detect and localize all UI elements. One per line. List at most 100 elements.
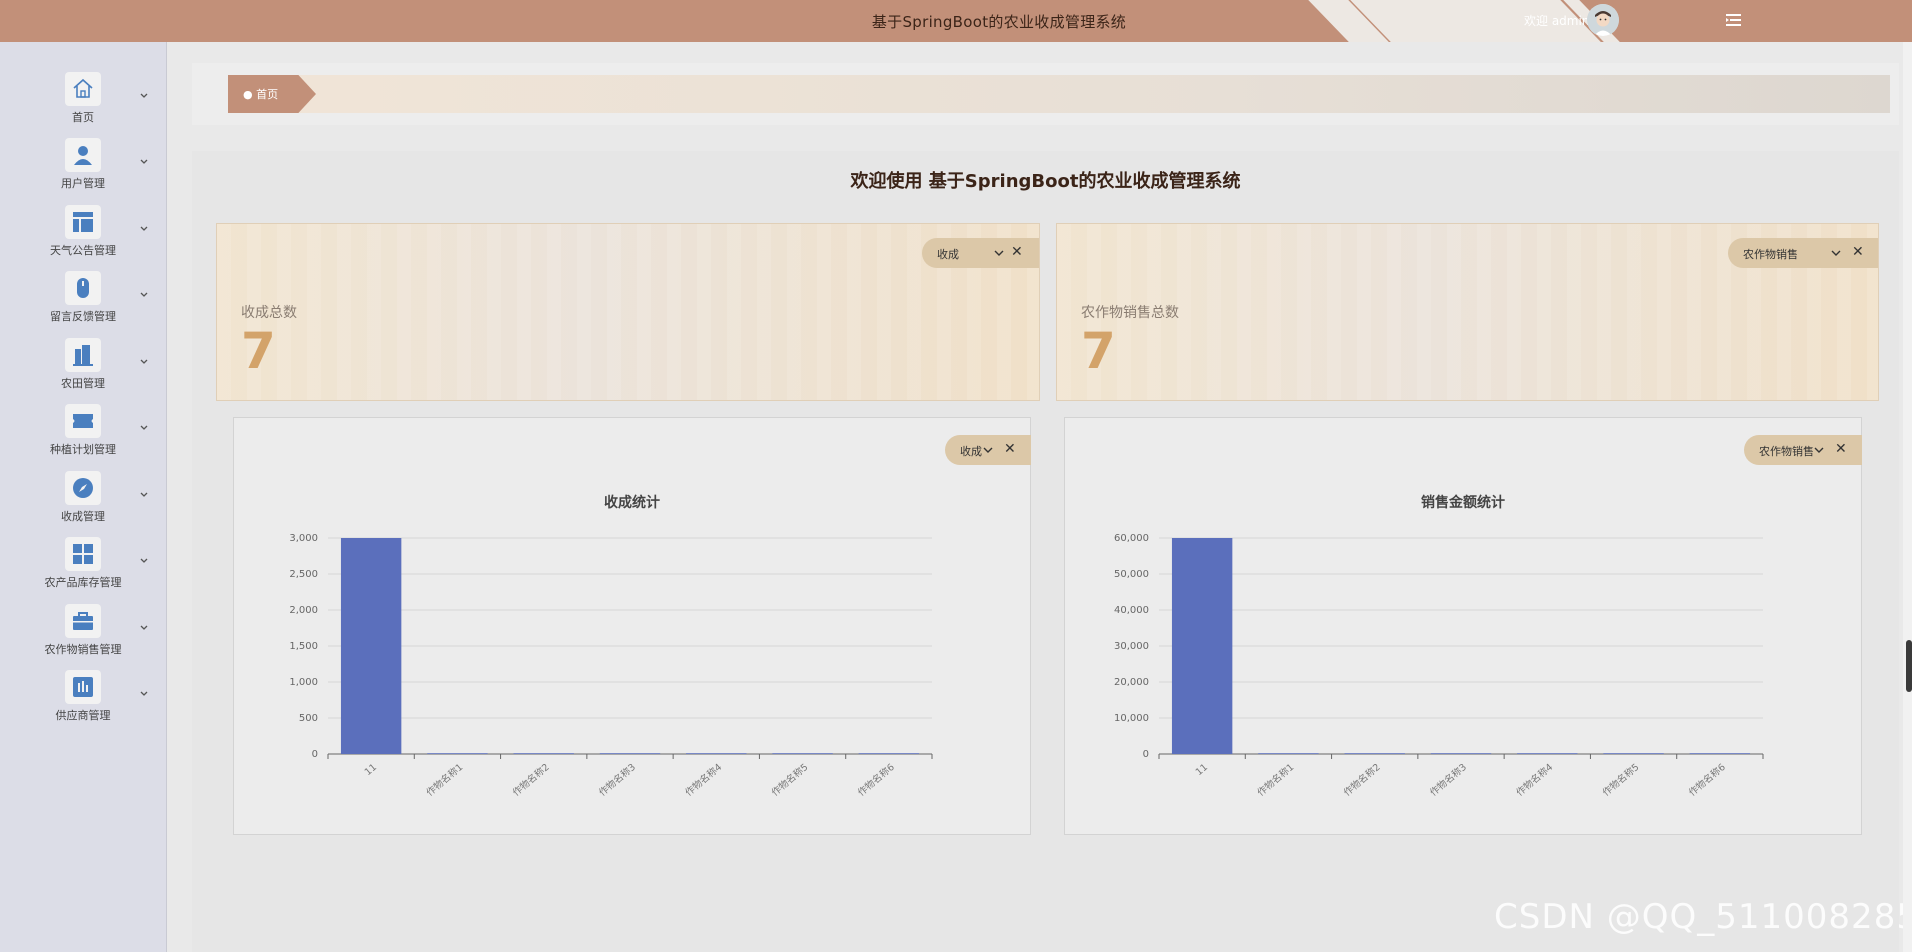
bar[interactable] [1689, 753, 1751, 754]
sidebar-item-label: 收成管理 [61, 510, 105, 523]
sidebar-item-feedback[interactable]: 留言反馈管理 [0, 265, 167, 327]
pill-label: 收成 [937, 248, 959, 261]
stat-filter-pill: 收成 ✕ [922, 238, 1039, 268]
scrollbar-thumb[interactable] [1906, 640, 1912, 692]
avatar[interactable] [1587, 4, 1619, 36]
bar[interactable] [1517, 753, 1578, 754]
sales-amount-bar-chart: 0 10,000 20,000 30,000 40,000 50,000 60,000 11 作… [1114, 533, 1764, 799]
bar[interactable] [1258, 753, 1319, 754]
bar[interactable] [1430, 753, 1492, 754]
pill-label: 农作物销售 [1759, 445, 1814, 458]
chevron-down-icon[interactable] [139, 152, 149, 164]
x-tick-label: 11 [363, 762, 379, 778]
bar[interactable] [686, 753, 747, 754]
y-tick-label: 1,500 [289, 641, 318, 652]
sidebar-item-farmland[interactable]: 农田管理 [0, 332, 167, 394]
bar[interactable] [772, 753, 833, 754]
close-icon[interactable]: ✕ [1004, 441, 1016, 457]
chevron-down-icon[interactable] [139, 86, 149, 98]
stat-value: 7 [241, 322, 276, 380]
page-title: 欢迎使用 基于SpringBoot的农业收成管理系统 [850, 171, 1241, 192]
mouse-icon [65, 271, 101, 305]
bar[interactable] [1344, 753, 1405, 754]
y-tick-label: 40,000 [1114, 605, 1149, 616]
sidebar-item-label: 农产品库存管理 [44, 576, 122, 589]
chart-filter-pill: 农作物销售 ✕ [1744, 435, 1862, 465]
ticket-icon [65, 404, 101, 438]
chevron-down-icon[interactable] [139, 219, 149, 231]
y-tick-label: 3,000 [289, 533, 318, 544]
chevron-down-icon[interactable] [139, 418, 149, 430]
stat-filter-pill: 农作物销售 ✕ [1728, 238, 1878, 268]
breadcrumb-home-link[interactable]: ● 首页 [228, 75, 316, 113]
sidebar-item-inventory[interactable]: 农产品库存管理 [0, 531, 167, 593]
chevron-down-icon[interactable] [982, 444, 994, 456]
user-icon [65, 138, 101, 172]
breadcrumb [228, 75, 1890, 113]
sidebar-item-harvest[interactable]: 收成管理 [0, 465, 167, 527]
chart-title: 收成统计 [604, 495, 660, 511]
chevron-down-icon[interactable] [139, 551, 149, 563]
sidebar-item-label: 种植计划管理 [50, 443, 116, 456]
home-icon [65, 72, 101, 106]
chart-filter-pill: 收成 ✕ [945, 435, 1031, 465]
layout-icon [65, 205, 101, 239]
bar[interactable] [340, 538, 402, 754]
bar[interactable] [1603, 753, 1664, 754]
scrollbar-track[interactable] [1903, 42, 1912, 952]
pill-label: 农作物销售 [1743, 248, 1798, 261]
x-tick-label: 作物名称2 [510, 761, 551, 799]
sidebar-item-weather-notice[interactable]: 天气公告管理 [0, 199, 167, 261]
chevron-down-icon[interactable] [139, 684, 149, 696]
grid-icon [65, 537, 101, 571]
close-icon[interactable]: ✕ [1852, 244, 1864, 260]
chevron-down-icon[interactable] [139, 285, 149, 297]
chevron-down-icon[interactable] [139, 352, 149, 364]
stat-label: 收成总数 [241, 305, 297, 321]
menu-toggle-icon[interactable] [1724, 10, 1744, 30]
chevron-down-icon[interactable] [1813, 444, 1825, 456]
bar[interactable] [599, 753, 661, 754]
sidebar-item-label: 天气公告管理 [50, 244, 116, 257]
chevron-down-icon[interactable] [1830, 247, 1842, 259]
close-icon[interactable]: ✕ [1011, 244, 1023, 260]
x-tick-label: 作物名称1 [1255, 761, 1296, 799]
close-icon[interactable]: ✕ [1835, 441, 1847, 457]
y-tick-label: 0 [312, 749, 318, 760]
sidebar-item-crop-sales[interactable]: 农作物销售管理 [0, 598, 167, 660]
building-icon [65, 338, 101, 372]
y-tick-label: 30,000 [1114, 641, 1149, 652]
bar[interactable] [513, 753, 574, 754]
chevron-down-icon[interactable] [139, 485, 149, 497]
top-header: 基于SpringBoot的农业收成管理系统 欢迎 admin [0, 0, 1912, 42]
y-tick-label: 50,000 [1114, 569, 1149, 580]
sidebar-item-label: 用户管理 [61, 177, 105, 190]
x-tick-label: 作物名称2 [1341, 761, 1382, 799]
stat-value: 7 [1081, 322, 1116, 380]
bar[interactable] [427, 753, 488, 754]
chart-card-harvest: 0 500 1,000 1,500 2,000 2,500 3,000 11 作物名称1 作物名称… [233, 417, 1031, 835]
sidebar-item-label: 农作物销售管理 [44, 643, 122, 656]
x-tick-label: 作物名称4 [1514, 761, 1555, 799]
user-avatar-icon [1587, 4, 1619, 36]
stat-card-harvest: 收成总数 7 [216, 223, 1040, 401]
chart-card-sales-amount: 0 10,000 20,000 30,000 40,000 50,000 60,000 11 作… [1064, 417, 1862, 835]
sidebar: 首页 用户管理 天气公告管理 留言反馈管理 农田管理 种植计划管理 收成管理 农… [0, 42, 167, 952]
x-tick-label: 作物名称6 [855, 761, 896, 799]
sidebar-item-home[interactable]: 首页 [0, 66, 167, 128]
chevron-down-icon[interactable] [993, 247, 1005, 259]
harvest-bar-chart: 0 500 1,000 1,500 2,000 2,500 3,000 11 作物名称1 作物名称… [289, 533, 933, 799]
y-tick-label: 500 [299, 713, 318, 724]
x-tick-label: 作物名称6 [1686, 761, 1727, 799]
bar[interactable] [858, 753, 920, 754]
sidebar-item-suppliers[interactable]: 供应商管理 [0, 664, 167, 726]
bar[interactable] [1171, 538, 1233, 754]
chevron-down-icon[interactable] [139, 618, 149, 630]
x-tick-label: 作物名称1 [424, 761, 465, 799]
sidebar-item-users[interactable]: 用户管理 [0, 132, 167, 194]
watermark-text: CSDN @QQ_511008285 [1494, 897, 1912, 937]
y-tick-label: 1,000 [289, 677, 318, 688]
sidebar-item-planting-plan[interactable]: 种植计划管理 [0, 398, 167, 460]
briefcase-icon [65, 604, 101, 638]
bar-chart-icon [65, 670, 101, 704]
